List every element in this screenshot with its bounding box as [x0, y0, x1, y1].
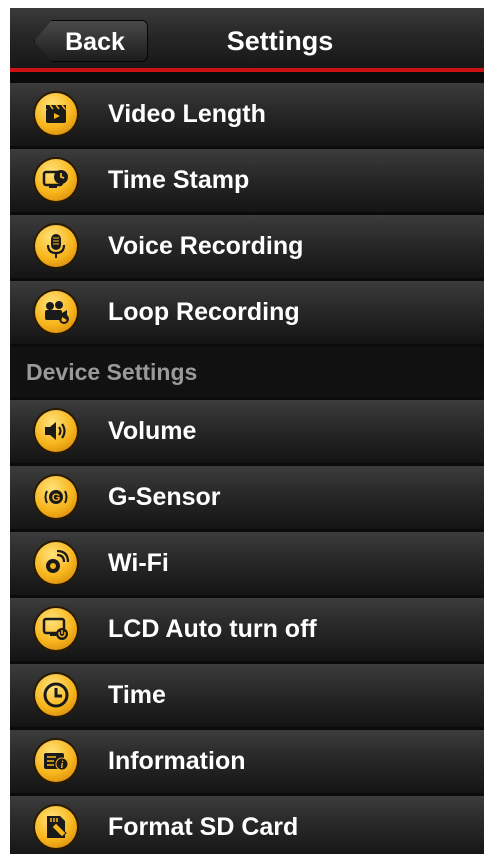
setting-g-sensor[interactable]: G G-Sensor	[10, 466, 484, 529]
setting-label: Format SD Card	[108, 813, 299, 841]
svg-text:i: i	[61, 760, 64, 771]
setting-voice-recording[interactable]: Voice Recording	[10, 215, 484, 278]
setting-label: Video Length	[108, 100, 266, 128]
camera-loop-icon	[35, 291, 77, 333]
settings-list: Video Length Time Stamp Voice Recording …	[10, 83, 484, 854]
clapperboard-icon	[35, 93, 77, 135]
monitor-power-icon	[35, 608, 77, 650]
settings-screen: Back Settings Video Length Time Stamp Vo…	[10, 8, 484, 854]
speaker-icon	[35, 410, 77, 452]
setting-label: Volume	[108, 417, 197, 445]
setting-time-stamp[interactable]: Time Stamp	[10, 149, 484, 212]
setting-label: Time Stamp	[108, 166, 250, 194]
info-device-icon: i	[35, 740, 77, 782]
page-title: Settings	[226, 26, 334, 56]
setting-label: Voice Recording	[108, 232, 304, 260]
sd-card-icon	[35, 806, 77, 848]
g-sensor-icon: G	[35, 476, 77, 518]
setting-label: Loop Recording	[108, 298, 300, 326]
clock-icon	[35, 674, 77, 716]
setting-loop-recording[interactable]: Loop Recording	[10, 281, 484, 344]
setting-label: Wi-Fi	[108, 549, 169, 577]
setting-wifi[interactable]: Wi-Fi	[10, 532, 484, 595]
setting-label: LCD Auto turn off	[108, 615, 317, 643]
setting-label: G-Sensor	[108, 483, 221, 511]
setting-volume[interactable]: Volume	[10, 400, 484, 463]
setting-label: Information	[108, 747, 246, 775]
setting-label: Time	[108, 681, 166, 709]
setting-format-sd-card[interactable]: Format SD Card	[10, 796, 484, 854]
setting-video-length[interactable]: Video Length	[10, 83, 484, 146]
wifi-gear-icon	[35, 542, 77, 584]
monitor-clock-icon	[35, 159, 77, 201]
setting-time[interactable]: Time	[10, 664, 484, 727]
setting-information[interactable]: i Information	[10, 730, 484, 793]
microphone-icon	[35, 225, 77, 267]
navigation-bar: Back Settings	[10, 8, 484, 72]
back-button[interactable]: Back	[34, 20, 148, 62]
setting-lcd-auto-turn-off[interactable]: LCD Auto turn off	[10, 598, 484, 661]
svg-text:G: G	[52, 492, 61, 504]
section-header-device-settings: Device Settings	[10, 347, 484, 397]
